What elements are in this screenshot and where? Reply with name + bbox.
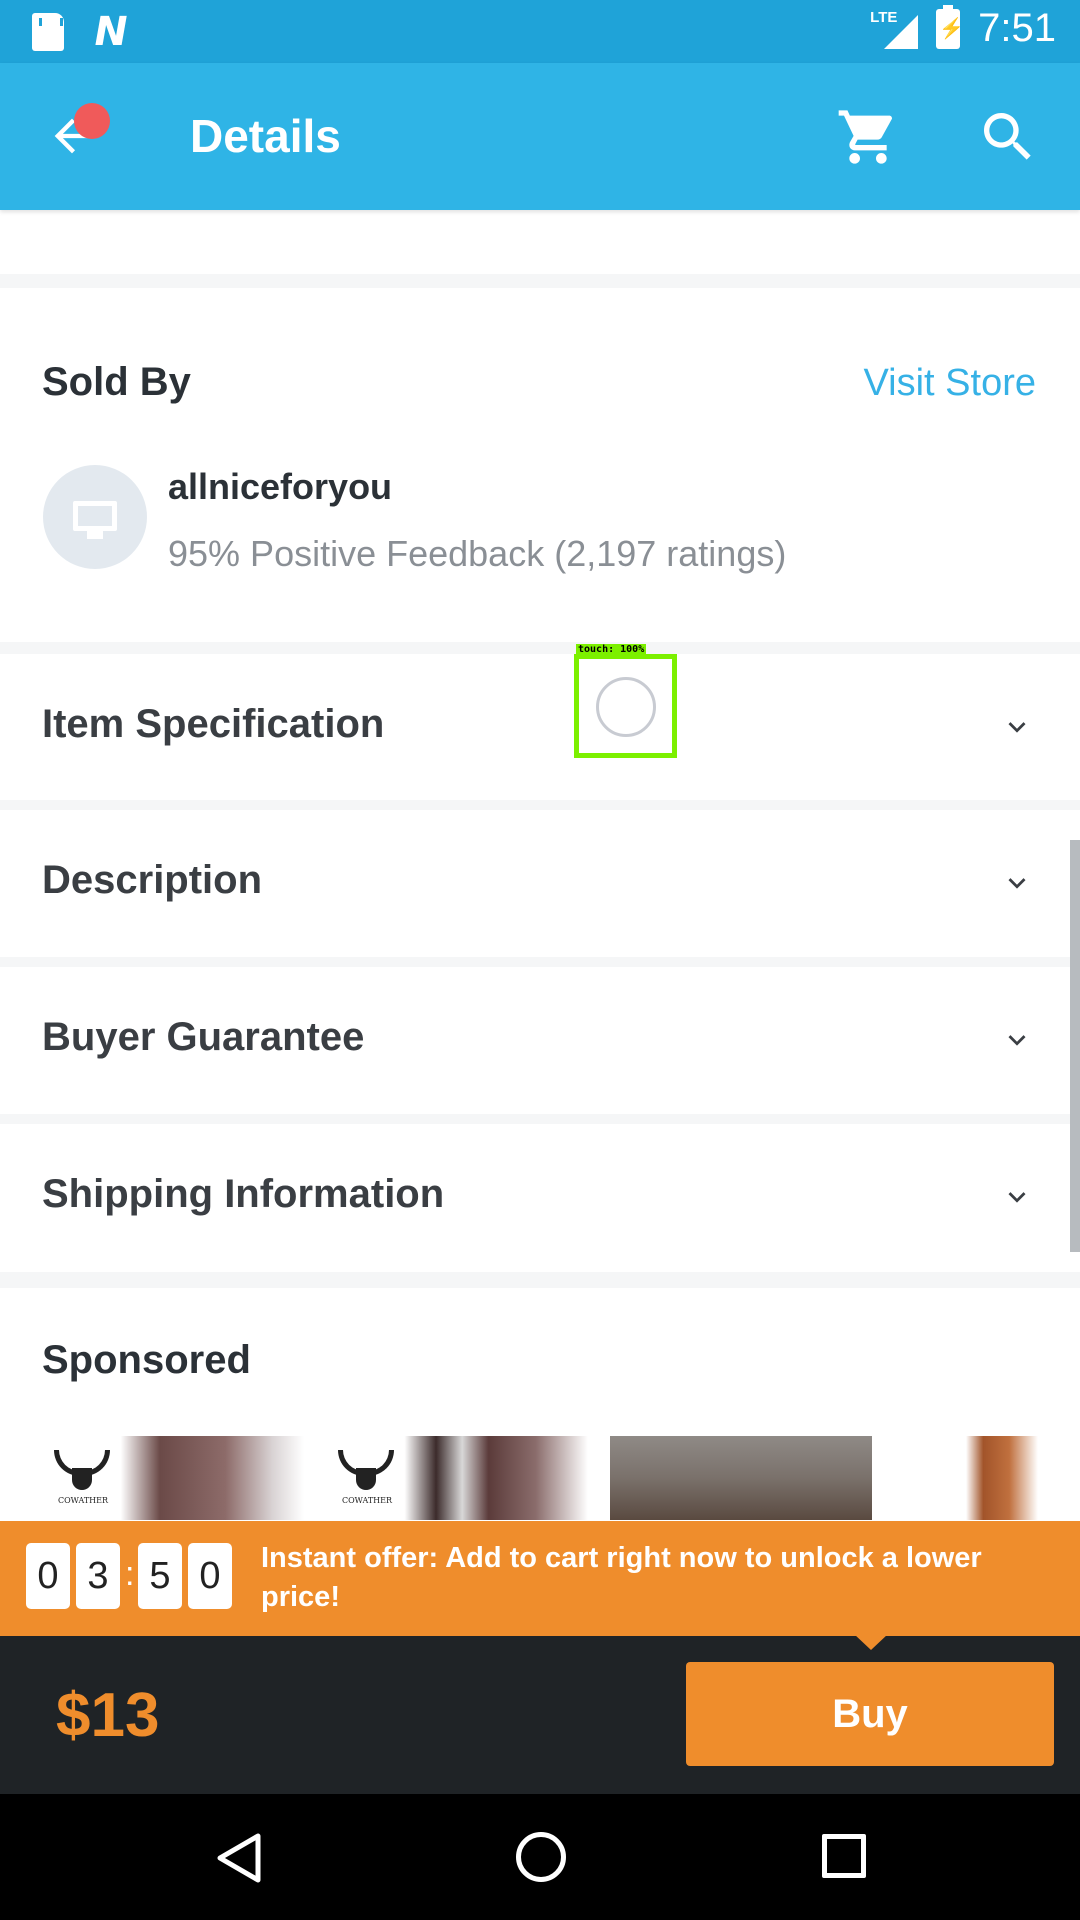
accordion-description[interactable]: Description <box>0 810 1080 958</box>
system-nav-bar <box>0 1794 1080 1920</box>
cart-button[interactable] <box>836 105 900 169</box>
brand-logo: COWATHER <box>48 1444 118 1510</box>
touch-indicator-circle <box>596 677 656 737</box>
sponsored-product[interactable] <box>610 1436 872 1520</box>
cart-icon <box>838 110 892 164</box>
accordion-label: Description <box>42 858 263 902</box>
notification-dot <box>74 103 110 139</box>
accordion-shipping-information[interactable]: Shipping Information <box>0 1124 1080 1272</box>
search-button[interactable] <box>976 105 1040 169</box>
nav-back-icon[interactable] <box>214 1832 264 1884</box>
chevron-down-icon <box>1008 722 1026 733</box>
section-divider <box>0 1114 1080 1124</box>
countdown-digit: 0 <box>26 1543 70 1609</box>
countdown-digit: 3 <box>76 1543 120 1609</box>
nav-recents-icon[interactable] <box>822 1834 866 1878</box>
brand-name: COWATHER <box>341 1496 393 1505</box>
accordion-item-specification[interactable]: Item Specification <box>0 654 1080 802</box>
countdown-digit: 5 <box>138 1543 182 1609</box>
accordion-buyer-guarantee[interactable]: Buyer Guarantee <box>0 967 1080 1115</box>
visit-store-link[interactable]: Visit Store <box>864 362 1036 405</box>
app-bar: Details <box>0 63 1080 210</box>
seller-avatar <box>43 465 147 569</box>
search-icon <box>984 113 1031 160</box>
chevron-down-icon <box>1008 1035 1026 1046</box>
sponsored-product[interactable]: COWATHER <box>326 1436 588 1520</box>
section-divider <box>0 800 1080 810</box>
accordion-label: Buyer Guarantee <box>42 1015 365 1059</box>
n-notification-icon: N <box>89 9 132 55</box>
signal-icon: LTE <box>870 9 919 49</box>
countdown-separator: : <box>125 1555 135 1593</box>
buy-bar: $13 Buy <box>0 1636 1080 1794</box>
seller-name[interactable]: allniceforyou <box>168 466 392 508</box>
battery-charging-icon <box>936 4 964 49</box>
page-title: Details <box>190 110 341 162</box>
sponsored-product[interactable] <box>894 1436 1038 1520</box>
status-bar: N LTE 7:51 <box>0 0 1080 63</box>
seller-feedback: 95% Positive Feedback (2,197 ratings) <box>168 533 787 574</box>
section-divider <box>0 1272 1080 1288</box>
accordion-label: Shipping Information <box>42 1172 445 1216</box>
section-divider <box>0 957 1080 967</box>
sold-by-title: Sold By <box>42 360 191 404</box>
store-icon <box>73 501 117 531</box>
price: $13 <box>56 1681 160 1750</box>
instant-offer-banner[interactable]: 0 3 : 5 0 Instant offer: Add to cart rig… <box>0 1521 1080 1636</box>
section-divider <box>0 642 1080 654</box>
chevron-down-icon <box>1008 878 1026 889</box>
countdown-digit: 0 <box>188 1543 232 1609</box>
accordion-label: Item Specification <box>42 702 385 746</box>
brand-logo: COWATHER <box>332 1444 402 1510</box>
section-divider <box>0 274 1080 288</box>
app-screen: N LTE 7:51 Details <box>0 0 1080 1920</box>
scrollbar[interactable] <box>1070 840 1080 1252</box>
buy-button[interactable]: Buy <box>686 1662 1054 1766</box>
brand-name: COWATHER <box>57 1496 109 1505</box>
chevron-down-icon <box>1008 1192 1026 1203</box>
offer-text: Instant offer: Add to cart right now to … <box>261 1542 982 1613</box>
sd-card-icon <box>32 13 64 51</box>
sponsored-title: Sponsored <box>42 1338 251 1382</box>
status-time: 7:51 <box>978 6 1056 50</box>
sponsored-product[interactable]: COWATHER <box>42 1436 304 1520</box>
offer-pointer <box>854 1634 888 1650</box>
nav-home-icon[interactable] <box>516 1832 566 1882</box>
